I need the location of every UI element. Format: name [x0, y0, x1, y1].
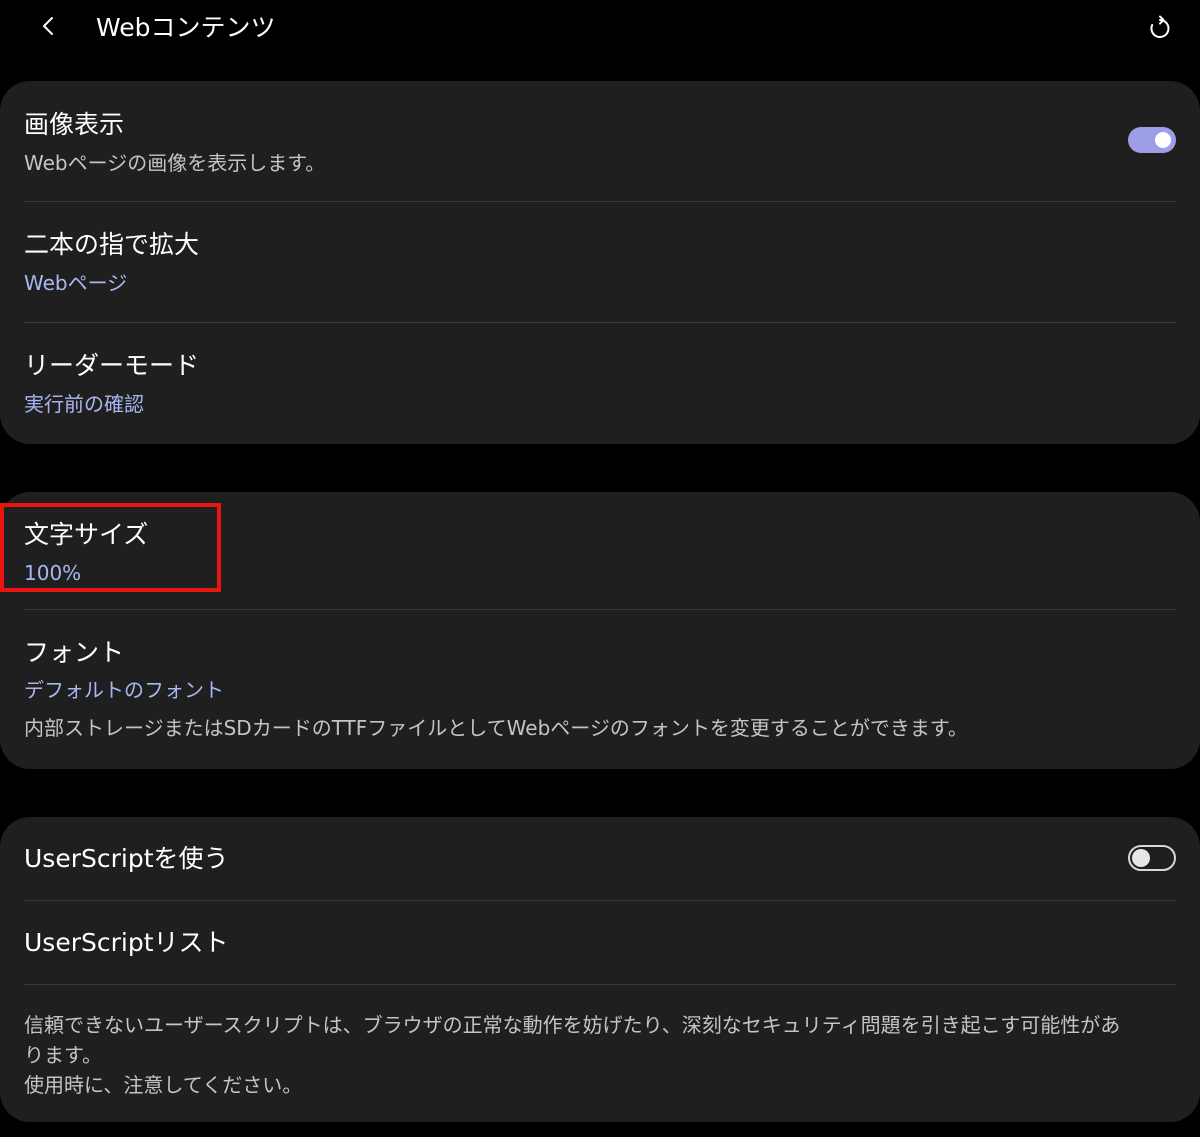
- pinch-zoom-row[interactable]: 二本の指で拡大 Webページ: [0, 202, 1200, 322]
- toggle-knob: [1132, 849, 1150, 867]
- use-userscript-title: UserScriptを使う: [24, 844, 229, 873]
- text-size-value: 100%: [24, 561, 82, 585]
- warning-line-1: 信頼できないユーザースクリプトは、ブラウザの正常な動作を妨げたり、深刻なセキュリ…: [24, 1013, 1121, 1037]
- userscript-list-title: UserScriptリスト: [24, 928, 229, 957]
- settings-card-userscript: UserScriptを使う UserScriptリスト 信頼できないユーザースク…: [0, 817, 1200, 1122]
- image-display-row[interactable]: 画像表示 Webページの画像を表示します。: [0, 81, 1200, 201]
- image-display-toggle[interactable]: [1128, 127, 1176, 153]
- font-title: フォント: [24, 638, 125, 667]
- reader-mode-title: リーダーモード: [24, 351, 200, 380]
- use-userscript-toggle[interactable]: [1128, 845, 1176, 871]
- reset-button[interactable]: [1140, 10, 1180, 50]
- font-row[interactable]: フォント デフォルトのフォント 内部ストレージまたはSDカードのTTFファイルと…: [0, 610, 1200, 769]
- userscript-warning: 信頼できないユーザースクリプトは、ブラウザの正常な動作を妨げたり、深刻なセキュリ…: [24, 1010, 1184, 1100]
- userscript-list-row[interactable]: UserScriptリスト: [0, 901, 1200, 984]
- chevron-left-icon: [40, 14, 56, 42]
- text-size-row[interactable]: 文字サイズ 100%: [0, 492, 1200, 609]
- toggle-knob: [1155, 132, 1171, 148]
- use-userscript-row[interactable]: UserScriptを使う: [0, 817, 1200, 900]
- reader-mode-row[interactable]: リーダーモード 実行前の確認: [0, 323, 1200, 444]
- image-display-title: 画像表示: [24, 110, 125, 139]
- font-description: 内部ストレージまたはSDカードのTTFファイルとしてWebページのフォントを変更…: [24, 716, 968, 740]
- settings-card-text: 文字サイズ 100% フォント デフォルトのフォント 内部ストレージまたはSDカ…: [0, 492, 1200, 769]
- page-title: Webコンテンツ: [96, 13, 276, 42]
- font-value: デフォルトのフォント: [24, 678, 224, 702]
- divider: [24, 984, 1176, 985]
- settings-card-display: 画像表示 Webページの画像を表示します。 二本の指で拡大 Webページ リーダ…: [0, 81, 1200, 444]
- image-display-subtitle: Webページの画像を表示します。: [24, 151, 326, 175]
- pinch-zoom-value: Webページ: [24, 271, 128, 295]
- app-header: Webコンテンツ: [0, 0, 1200, 58]
- refresh-icon: [1147, 15, 1173, 45]
- warning-line-2: ります。: [24, 1043, 102, 1067]
- text-size-title: 文字サイズ: [24, 520, 149, 549]
- back-button[interactable]: [28, 8, 68, 48]
- pinch-zoom-title: 二本の指で拡大: [24, 230, 200, 259]
- reader-mode-value: 実行前の確認: [24, 392, 144, 416]
- warning-line-3: 使用時に、注意してください。: [24, 1073, 303, 1097]
